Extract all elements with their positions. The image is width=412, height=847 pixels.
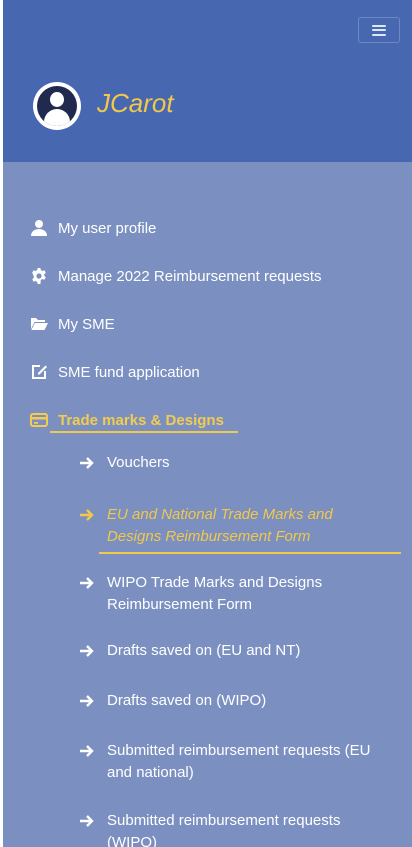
sub-nav: Vouchers EU and National Trade Marks and… xyxy=(3,452,412,847)
username: JCarot xyxy=(97,88,174,118)
arrow-right-icon xyxy=(79,810,101,847)
arrow-right-icon xyxy=(79,740,101,784)
gear-icon xyxy=(30,267,48,285)
nav-item-label: My user profile xyxy=(58,219,157,237)
sub-item-submitted-eu-national[interactable]: Submitted reimbursement requests (EU and… xyxy=(79,740,412,784)
sidebar-nav: My user profile Manage 2022 Reimbursemen… xyxy=(3,162,412,847)
nav-item-manage-reimbursement[interactable]: Manage 2022 Reimbursement requests xyxy=(3,252,412,300)
arrow-right-icon xyxy=(79,452,101,478)
arrow-right-icon xyxy=(79,690,101,716)
nav-item-my-sme[interactable]: My SME xyxy=(3,300,412,348)
nav-item-sme-fund-application[interactable]: SME fund application xyxy=(3,348,412,396)
sub-item-label: EU and National Trade Marks and Designs … xyxy=(107,506,333,545)
hamburger-icon xyxy=(372,24,386,36)
sub-item-label: WIPO Trade Marks and Designs Reimburseme… xyxy=(107,574,323,613)
header: JCarot xyxy=(3,0,412,162)
arrow-right-icon xyxy=(79,572,101,616)
sub-item-label: Submitted reimbursement requests (EU and… xyxy=(107,742,371,781)
sub-item-eu-national-form[interactable]: EU and National Trade Marks and Designs … xyxy=(79,504,412,554)
sub-item-vouchers[interactable]: Vouchers xyxy=(79,452,412,478)
active-underline xyxy=(99,552,401,554)
nav-item-label: Trade marks & Designs xyxy=(58,411,224,429)
user-circle-icon xyxy=(33,82,81,130)
sub-item-wipo-form[interactable]: WIPO Trade Marks and Designs Reimburseme… xyxy=(79,572,412,616)
arrow-right-icon xyxy=(79,640,101,666)
user-icon xyxy=(30,219,48,237)
menu-toggle-button[interactable] xyxy=(358,17,400,43)
sub-item-label: Vouchers xyxy=(107,454,170,471)
arrow-right-icon xyxy=(79,504,101,548)
edit-icon xyxy=(30,363,48,381)
sub-item-submitted-wipo[interactable]: Submitted reimbursement requests (WIPO) xyxy=(79,810,412,847)
nav-item-user-profile[interactable]: My user profile xyxy=(3,204,412,252)
nav-item-trade-marks-designs[interactable]: Trade marks & Designs xyxy=(3,396,412,444)
user-profile[interactable]: JCarot xyxy=(33,82,174,130)
nav-item-label: My SME xyxy=(58,315,115,333)
app-shell: JCarot My user profile Manage 2022 Reimb… xyxy=(3,0,412,847)
sub-item-label: Submitted reimbursement requests (WIPO) xyxy=(107,812,341,847)
active-underline xyxy=(50,431,238,433)
nav-item-label: SME fund application xyxy=(58,363,200,381)
sub-item-drafts-eu-nt[interactable]: Drafts saved on (EU and NT) xyxy=(79,640,412,666)
sub-item-drafts-wipo[interactable]: Drafts saved on (WIPO) xyxy=(79,690,412,716)
credit-card-icon xyxy=(30,411,48,429)
sub-item-label: Drafts saved on (WIPO) xyxy=(107,692,267,709)
sub-item-label: Drafts saved on (EU and NT) xyxy=(107,642,301,659)
nav-item-label: Manage 2022 Reimbursement requests xyxy=(58,267,322,285)
folder-open-icon xyxy=(30,315,48,333)
